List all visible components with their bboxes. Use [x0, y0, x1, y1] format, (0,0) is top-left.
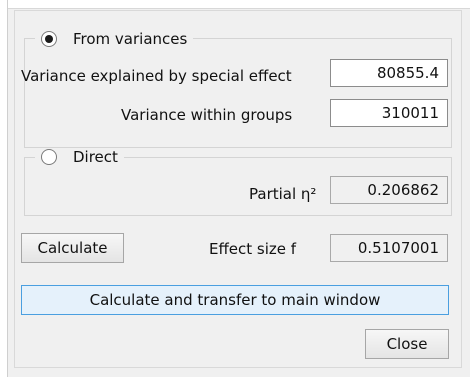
window-left-edge	[0, 0, 8, 377]
from-variances-radio[interactable]	[41, 31, 57, 47]
effect-size-value: 0.5107001	[357, 239, 439, 257]
variance-within-input[interactable]: 310011	[330, 99, 448, 127]
calculate-transfer-label: Calculate and transfer to main window	[89, 291, 381, 309]
effect-size-dialog: From variances Variance explained by spe…	[14, 10, 462, 368]
close-button[interactable]: Close	[365, 329, 449, 359]
partial-eta-value: 0.206862	[367, 181, 439, 199]
variance-special-value: 80855.4	[376, 64, 439, 82]
from-variances-option[interactable]: From variances	[35, 30, 194, 48]
from-variances-label: From variances	[73, 30, 188, 48]
direct-option[interactable]: Direct	[35, 148, 124, 166]
close-button-label: Close	[386, 335, 428, 353]
variance-within-value: 310011	[381, 104, 439, 122]
variance-within-label: Variance within groups	[121, 106, 293, 124]
variance-special-label: Variance explained by special effect	[21, 67, 292, 85]
variance-special-input[interactable]: 80855.4	[330, 59, 448, 87]
partial-eta-input[interactable]: 0.206862	[330, 176, 448, 204]
effect-size-label: Effect size f	[209, 240, 297, 258]
calculate-button-label: Calculate	[37, 239, 108, 257]
direct-label: Direct	[73, 148, 118, 166]
direct-radio[interactable]	[41, 149, 57, 165]
from-variances-group	[24, 38, 452, 148]
calculate-button[interactable]: Calculate	[21, 233, 124, 263]
window-top-edge	[0, 0, 470, 9]
effect-size-output: 0.5107001	[330, 234, 448, 262]
partial-eta-label: Partial η²	[249, 185, 317, 203]
calculate-transfer-button[interactable]: Calculate and transfer to main window	[21, 285, 449, 315]
